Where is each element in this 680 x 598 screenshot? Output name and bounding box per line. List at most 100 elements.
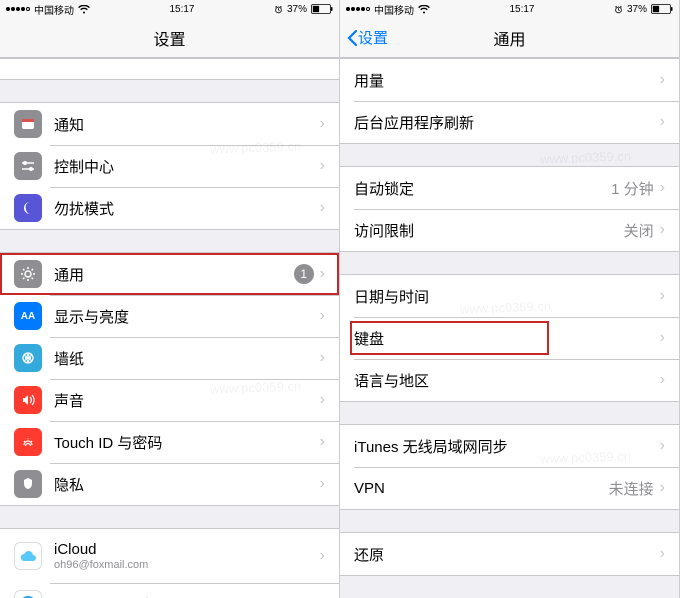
row-wallpaper[interactable]: 墙纸 › [0, 337, 339, 379]
row-itunes[interactable]: iTunes Store 与 App Store › [0, 583, 339, 598]
fingerprint-icon [14, 428, 42, 456]
row-label: 访问限制 [354, 220, 624, 241]
nav-title: 通用 [493, 26, 525, 50]
wifi-icon [418, 5, 430, 14]
chevron-right-icon: › [660, 113, 665, 131]
icloud-icon [14, 542, 42, 570]
chevron-right-icon: › [660, 371, 665, 389]
chevron-right-icon: › [320, 475, 325, 493]
alarm-icon [614, 5, 623, 14]
row-detail: 未连接 [609, 478, 654, 499]
row-notifications[interactable]: 通知 › [0, 103, 339, 145]
battery-pct: 37% [287, 4, 307, 15]
chevron-left-icon [346, 29, 358, 47]
row-reset[interactable]: 还原 › [340, 533, 679, 575]
row-restrictions[interactable]: 访问限制 关闭 › [340, 209, 679, 251]
row-label: 键盘 [354, 328, 660, 349]
chevron-right-icon: › [660, 329, 665, 347]
row-label: 语言与地区 [354, 370, 660, 391]
row-label: 还原 [354, 544, 660, 565]
row-display[interactable]: AA 显示与亮度 › [0, 295, 339, 337]
chevron-right-icon: › [320, 157, 325, 175]
row-vpn[interactable]: VPN 未连接 › [340, 467, 679, 509]
battery-icon [311, 4, 333, 14]
row-detail: 1 分钟 [611, 178, 654, 199]
appstore-icon [14, 590, 42, 598]
gear-icon [14, 260, 42, 288]
control-center-icon [14, 152, 42, 180]
row-label: iCloud [54, 541, 148, 558]
chevron-right-icon: › [660, 437, 665, 455]
chevron-right-icon: › [660, 287, 665, 305]
row-label: 后台应用程序刷新 [354, 112, 660, 133]
status-time: 15:17 [509, 4, 534, 15]
row-label: 自动锁定 [354, 178, 611, 199]
wallpaper-icon [14, 344, 42, 372]
row-label: 通用 [54, 264, 294, 285]
row-bg-refresh[interactable]: 后台应用程序刷新 › [340, 101, 679, 143]
status-bar: 中国移动 15:17 37% [0, 0, 339, 18]
row-label: 用量 [354, 70, 660, 91]
row-label: 声音 [54, 390, 320, 411]
carrier-label: 中国移动 [34, 2, 74, 17]
row-detail: 关闭 [624, 220, 654, 241]
row-control-center[interactable]: 控制中心 › [0, 145, 339, 187]
sound-icon [14, 386, 42, 414]
row-keyboard[interactable]: 键盘 › [340, 317, 679, 359]
chevron-right-icon: › [320, 391, 325, 409]
row-autolock[interactable]: 自动锁定 1 分钟 › [340, 167, 679, 209]
signal-dots-icon [6, 7, 30, 11]
chevron-right-icon: › [660, 71, 665, 89]
chevron-right-icon: › [320, 199, 325, 217]
general-screen: 中国移动 15:17 37% 设置 通用 用量 › [340, 0, 680, 598]
row-label: VPN [354, 480, 609, 497]
nav-title: 设置 [153, 26, 185, 50]
nav-bar: 设置 [0, 18, 339, 58]
row-icloud[interactable]: iCloud oh96@foxmail.com › [0, 529, 339, 583]
row-dnd[interactable]: 勿扰模式 › [0, 187, 339, 229]
notifications-icon [14, 110, 42, 138]
battery-pct: 37% [627, 4, 647, 15]
settings-screen: 中国移动 15:17 37% 设置 通知 [0, 0, 340, 598]
row-usage[interactable]: 用量 › [340, 59, 679, 101]
row-sound[interactable]: 声音 › [0, 379, 339, 421]
chevron-right-icon: › [320, 265, 325, 283]
row-sublabel: oh96@foxmail.com [54, 559, 148, 571]
row-label: 日期与时间 [354, 286, 660, 307]
chevron-right-icon: › [660, 221, 665, 239]
chevron-right-icon: › [320, 307, 325, 325]
row-label: Touch ID 与密码 [54, 432, 320, 453]
row-privacy[interactable]: 隐私 › [0, 463, 339, 505]
battery-icon [651, 4, 673, 14]
row-label: iTunes 无线局域网同步 [354, 436, 660, 457]
row-itunes-wifi[interactable]: iTunes 无线局域网同步 › [340, 425, 679, 467]
badge: 1 [294, 264, 314, 284]
chevron-right-icon: › [320, 433, 325, 451]
wifi-icon [78, 5, 90, 14]
chevron-right-icon: › [320, 115, 325, 133]
row-label: 隐私 [54, 474, 320, 495]
chevron-right-icon: › [320, 349, 325, 367]
row-touchid[interactable]: Touch ID 与密码 › [0, 421, 339, 463]
chevron-right-icon: › [660, 479, 665, 497]
chevron-right-icon: › [660, 545, 665, 563]
moon-icon [14, 194, 42, 222]
row-label: 勿扰模式 [54, 198, 320, 219]
row-label: 显示与亮度 [54, 306, 320, 327]
chevron-right-icon: › [320, 547, 325, 565]
back-label: 设置 [358, 27, 388, 48]
row-label: 通知 [54, 114, 320, 135]
row-datetime[interactable]: 日期与时间 › [340, 275, 679, 317]
row-label: 墙纸 [54, 348, 320, 369]
signal-dots-icon [346, 7, 370, 11]
back-button[interactable]: 设置 [346, 27, 388, 48]
display-icon: AA [14, 302, 42, 330]
status-time: 15:17 [169, 4, 194, 15]
row-label: 控制中心 [54, 156, 320, 177]
row-language[interactable]: 语言与地区 › [340, 359, 679, 401]
row-general[interactable]: 通用 1 › [0, 253, 339, 295]
nav-bar: 设置 通用 [340, 18, 679, 58]
carrier-label: 中国移动 [374, 2, 414, 17]
chevron-right-icon: › [660, 179, 665, 197]
row-label: iTunes Store 与 App Store [54, 594, 320, 598]
